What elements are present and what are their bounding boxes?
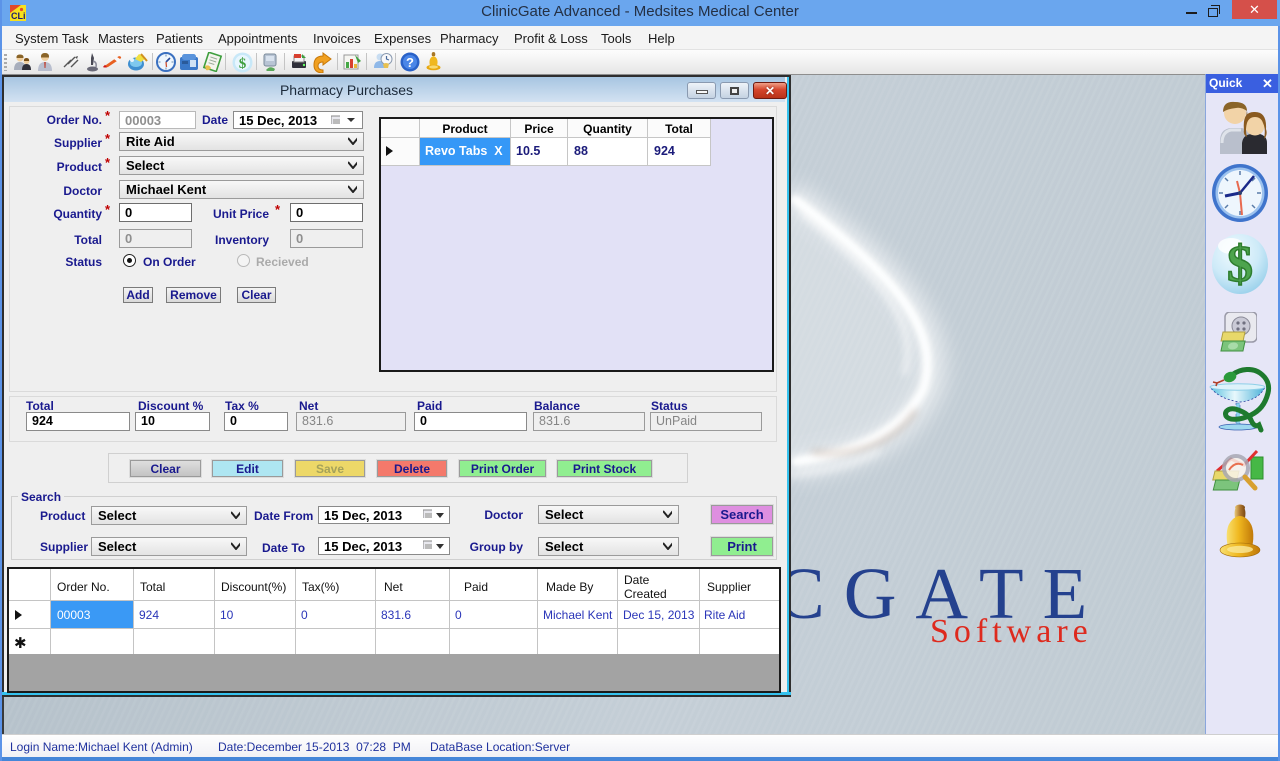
svg-text:$: $ <box>239 56 247 72</box>
svg-text:?: ? <box>406 55 414 70</box>
svg-text:$: $ <box>1227 236 1253 293</box>
